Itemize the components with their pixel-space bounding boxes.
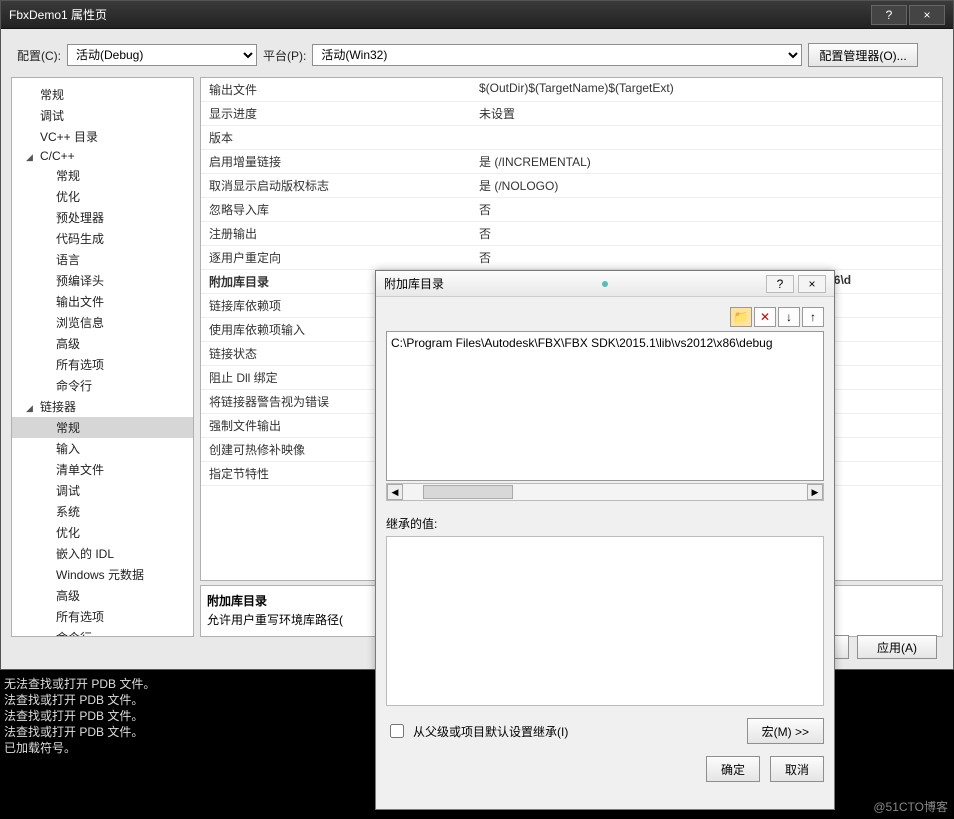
config-manager-button[interactable]: 配置管理器(O)... <box>808 43 917 67</box>
property-name: 取消显示启动版权标志 <box>201 174 471 197</box>
apply-button[interactable]: 应用(A) <box>857 635 937 659</box>
property-row[interactable]: 忽略导入库否 <box>201 198 942 222</box>
tree-item[interactable]: 代码生成 <box>12 228 193 249</box>
tree-item[interactable]: 常规 <box>12 165 193 186</box>
property-value[interactable]: $(OutDir)$(TargetName)$(TargetExt) <box>471 78 942 101</box>
title-bar: FbxDemo1 属性页 ? × <box>1 1 953 29</box>
property-row[interactable]: 逐用户重定向否 <box>201 246 942 270</box>
delete-icon[interactable]: ✕ <box>754 307 776 327</box>
config-label: 配置(C): <box>17 47 61 64</box>
list-item[interactable]: C:\Program Files\Autodesk\FBX\FBX SDK\20… <box>391 336 819 350</box>
tree-item[interactable]: VC++ 目录 <box>12 126 193 147</box>
tree-item[interactable]: 常规 <box>12 417 193 438</box>
directory-list[interactable]: C:\Program Files\Autodesk\FBX\FBX SDK\20… <box>386 331 824 481</box>
property-name: 启用增量链接 <box>201 150 471 173</box>
inherited-values-box <box>386 536 824 706</box>
scroll-track[interactable] <box>403 484 807 500</box>
tree-item[interactable]: 所有选项 <box>12 354 193 375</box>
tree-item[interactable]: 系统 <box>12 501 193 522</box>
tree-item[interactable]: 预处理器 <box>12 207 193 228</box>
tree-item[interactable]: 调试 <box>12 480 193 501</box>
property-name: 忽略导入库 <box>201 198 471 221</box>
popup-title-bar: 附加库目录 ? × <box>376 271 834 297</box>
scroll-thumb[interactable] <box>423 485 513 499</box>
help-button[interactable]: ? <box>871 5 907 25</box>
tree-item[interactable]: 预编译头 <box>12 270 193 291</box>
property-name: 注册输出 <box>201 222 471 245</box>
config-toolbar: 配置(C): 活动(Debug) 平台(P): 活动(Win32) 配置管理器(… <box>11 39 943 71</box>
inherited-label: 继承的值: <box>386 515 824 532</box>
inherit-checkbox-label: 从父级或项目默认设置继承(I) <box>413 723 568 740</box>
selection-dot-icon <box>602 281 608 287</box>
macros-button[interactable]: 宏(M) >> <box>747 718 824 744</box>
credit: @51CTO博客 <box>873 798 948 815</box>
property-name: 输出文件 <box>201 78 471 101</box>
property-row[interactable]: 版本 <box>201 126 942 150</box>
scroll-left-icon[interactable]: ◀ <box>387 484 403 500</box>
config-combo[interactable]: 活动(Debug) <box>67 44 257 66</box>
horizontal-scrollbar[interactable]: ◀ ▶ <box>386 483 824 501</box>
additional-lib-dirs-dialog: 附加库目录 ? × 📁 ✕ ↓ ↑ C:\Program Files\Autod… <box>375 270 835 810</box>
property-name: 逐用户重定向 <box>201 246 471 269</box>
tree-item[interactable]: 调试 <box>12 105 193 126</box>
window-title: FbxDemo1 属性页 <box>9 6 107 23</box>
property-value[interactable] <box>471 126 942 149</box>
property-row[interactable]: 显示进度未设置 <box>201 102 942 126</box>
platform-label: 平台(P): <box>263 47 306 64</box>
property-row[interactable]: 启用增量链接是 (/INCREMENTAL) <box>201 150 942 174</box>
tree-item[interactable]: 优化 <box>12 186 193 207</box>
tree-item[interactable]: 优化 <box>12 522 193 543</box>
tree-item[interactable]: 命令行 <box>12 627 193 637</box>
property-value[interactable]: 未设置 <box>471 102 942 125</box>
property-value[interactable]: 是 (/INCREMENTAL) <box>471 150 942 173</box>
inherit-checkbox-input[interactable] <box>390 724 404 738</box>
tree-item[interactable]: 命令行 <box>12 375 193 396</box>
property-name: 版本 <box>201 126 471 149</box>
tree-item[interactable]: 常规 <box>12 84 193 105</box>
scroll-right-icon[interactable]: ▶ <box>807 484 823 500</box>
tree-item[interactable]: 浏览信息 <box>12 312 193 333</box>
property-row[interactable]: 输出文件$(OutDir)$(TargetName)$(TargetExt) <box>201 78 942 102</box>
close-button[interactable]: × <box>909 5 945 25</box>
tree-item[interactable]: Windows 元数据 <box>12 564 193 585</box>
property-row[interactable]: 取消显示启动版权标志是 (/NOLOGO) <box>201 174 942 198</box>
tree-item[interactable]: 清单文件 <box>12 459 193 480</box>
popup-ok-button[interactable]: 确定 <box>706 756 760 782</box>
property-value[interactable]: 是 (/NOLOGO) <box>471 174 942 197</box>
tree-item[interactable]: 链接器 <box>12 396 193 417</box>
property-name: 显示进度 <box>201 102 471 125</box>
tree-item[interactable]: 高级 <box>12 585 193 606</box>
new-folder-icon[interactable]: 📁 <box>730 307 752 327</box>
platform-combo[interactable]: 活动(Win32) <box>312 44 802 66</box>
move-down-icon[interactable]: ↓ <box>778 307 800 327</box>
tree-item[interactable]: 输入 <box>12 438 193 459</box>
property-row[interactable]: 注册输出否 <box>201 222 942 246</box>
list-toolbar: 📁 ✕ ↓ ↑ <box>386 307 824 327</box>
category-tree[interactable]: 常规调试VC++ 目录C/C++常规优化预处理器代码生成语言预编译头输出文件浏览… <box>11 77 194 637</box>
tree-item[interactable]: 高级 <box>12 333 193 354</box>
tree-item[interactable]: C/C++ <box>12 147 193 165</box>
popup-help-button[interactable]: ? <box>766 275 794 293</box>
property-value[interactable]: 否 <box>471 246 942 269</box>
property-value[interactable]: 否 <box>471 222 942 245</box>
popup-close-button[interactable]: × <box>798 275 826 293</box>
inherit-checkbox[interactable]: 从父级或项目默认设置继承(I) <box>386 721 568 741</box>
move-up-icon[interactable]: ↑ <box>802 307 824 327</box>
property-value[interactable]: 否 <box>471 198 942 221</box>
tree-item[interactable]: 嵌入的 IDL <box>12 543 193 564</box>
tree-item[interactable]: 所有选项 <box>12 606 193 627</box>
tree-item[interactable]: 输出文件 <box>12 291 193 312</box>
popup-cancel-button[interactable]: 取消 <box>770 756 824 782</box>
popup-title: 附加库目录 <box>384 275 444 292</box>
tree-item[interactable]: 语言 <box>12 249 193 270</box>
